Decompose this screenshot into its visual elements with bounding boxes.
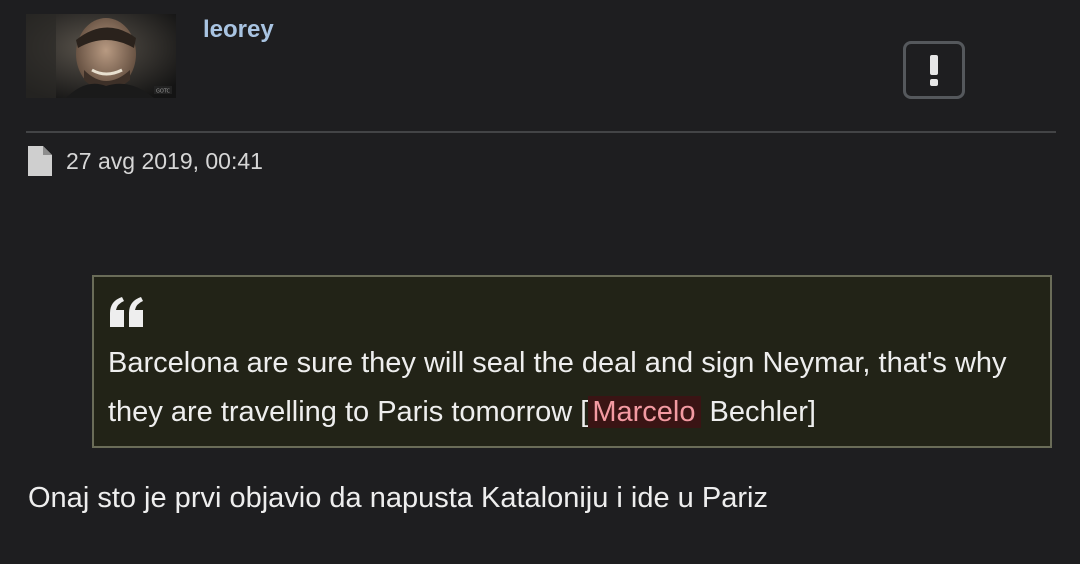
exclamation-icon — [930, 55, 938, 86]
post-body: Onaj sto je prvi objavio da napusta Kata… — [28, 482, 768, 514]
avatar[interactable]: GOTC — [26, 14, 176, 98]
avatar-image: GOTC — [26, 14, 176, 98]
avatar-badge: GOTC — [156, 89, 171, 95]
quote-text-after: Bechler] — [701, 396, 816, 428]
quote-block: Barcelona are sure they will seal the de… — [92, 275, 1052, 448]
quote-text-before: Barcelona are sure they will seal the de… — [108, 347, 1007, 428]
report-button[interactable] — [903, 41, 965, 99]
header-divider — [26, 131, 1056, 133]
post-timestamp[interactable]: 27 avg 2019, 00:41 — [66, 148, 263, 175]
mention-link[interactable]: Marcelo — [588, 396, 702, 428]
quote-icon — [110, 297, 143, 327]
username-link[interactable]: leorey — [203, 16, 274, 44]
file-icon — [28, 146, 52, 176]
post-meta: 27 avg 2019, 00:41 — [28, 145, 263, 177]
quote-text: Barcelona are sure they will seal the de… — [108, 339, 1043, 437]
